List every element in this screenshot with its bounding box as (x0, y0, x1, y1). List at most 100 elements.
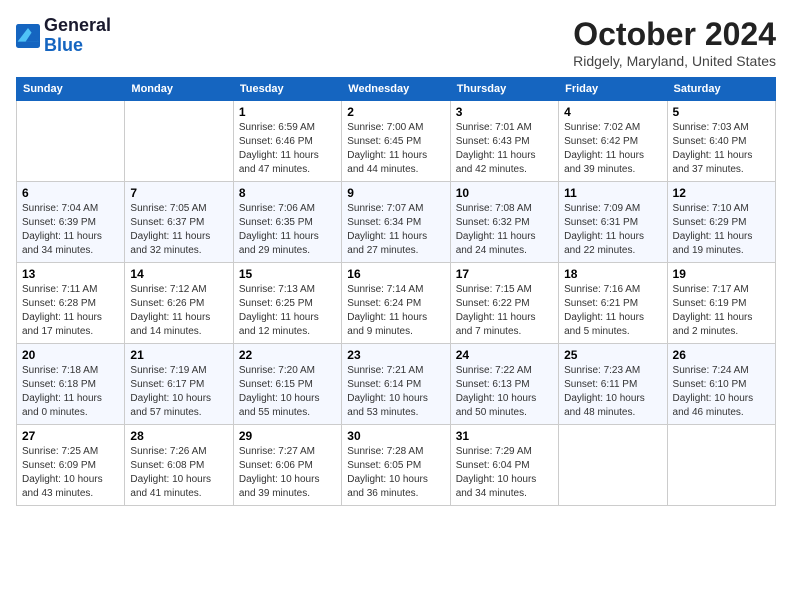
day-info: Sunrise: 7:27 AM Sunset: 6:06 PM Dayligh… (239, 445, 336, 501)
day-info: Sunrise: 7:15 AM Sunset: 6:22 PM Dayligh… (456, 283, 553, 339)
calendar-cell: 8 Sunrise: 7:06 AM Sunset: 6:35 PM Daylig… (233, 182, 341, 263)
calendar-cell (667, 425, 775, 506)
day-info: Sunrise: 7:29 AM Sunset: 6:04 PM Dayligh… (456, 445, 553, 501)
calendar-cell: 6Sunrise: 7:04 AM Sunset: 6:39 PM Daylig… (17, 182, 125, 263)
calendar-week-row: 20 Sunrise: 7:18 AM Sunset: 6:18 PM Dayli… (17, 344, 776, 425)
logo: General Blue (16, 16, 111, 56)
day-info: Sunrise: 7:08 AM Sunset: 6:32 PM Dayligh… (456, 202, 553, 258)
day-info: Sunrise: 7:23 AM Sunset: 6:11 PM Dayligh… (564, 364, 661, 420)
day-info: Sunrise: 7:20 AM Sunset: 6:15 PM Dayligh… (239, 364, 336, 420)
title-block: October 2024 Ridgely, Maryland, United S… (573, 16, 776, 69)
calendar-week-row: 6Sunrise: 7:04 AM Sunset: 6:39 PM Daylig… (17, 182, 776, 263)
calendar-cell: 10 Sunrise: 7:08 AM Sunset: 6:32 PM Dayli… (450, 182, 558, 263)
day-info: Sunrise: 7:14 AM Sunset: 6:24 PM Dayligh… (347, 283, 444, 339)
day-number: 15 (239, 267, 336, 281)
logo-text: General Blue (44, 16, 111, 56)
calendar-cell: 4 Sunrise: 7:02 AM Sunset: 6:42 PM Daylig… (559, 101, 667, 182)
day-number: 24 (456, 348, 553, 362)
calendar-cell: 17 Sunrise: 7:15 AM Sunset: 6:22 PM Dayli… (450, 263, 558, 344)
calendar-cell: 20 Sunrise: 7:18 AM Sunset: 6:18 PM Dayli… (17, 344, 125, 425)
calendar-cell: 21 Sunrise: 7:19 AM Sunset: 6:17 PM Dayli… (125, 344, 233, 425)
page-header: General Blue October 2024 Ridgely, Maryl… (16, 16, 776, 69)
month-title: October 2024 (573, 16, 776, 53)
day-info: Sunrise: 7:25 AM Sunset: 6:09 PM Dayligh… (22, 445, 119, 501)
calendar-cell: 22Sunrise: 7:20 AM Sunset: 6:15 PM Dayli… (233, 344, 341, 425)
calendar-cell: 19 Sunrise: 7:17 AM Sunset: 6:19 PM Dayli… (667, 263, 775, 344)
weekday-header: Saturday (667, 78, 775, 101)
day-info: Sunrise: 7:21 AM Sunset: 6:14 PM Dayligh… (347, 364, 444, 420)
calendar-week-row: 13 Sunrise: 7:11 AM Sunset: 6:28 PM Dayli… (17, 263, 776, 344)
day-info: Sunrise: 7:09 AM Sunset: 6:31 PM Dayligh… (564, 202, 661, 258)
day-number: 29 (239, 429, 336, 443)
calendar-table: SundayMondayTuesdayWednesdayThursdayFrid… (16, 77, 776, 506)
day-info: Sunrise: 6:59 AM Sunset: 6:46 PM Dayligh… (239, 121, 336, 177)
calendar-cell (125, 101, 233, 182)
day-info: Sunrise: 7:01 AM Sunset: 6:43 PM Dayligh… (456, 121, 553, 177)
day-number: 12 (673, 186, 770, 200)
calendar-week-row: 27 Sunrise: 7:25 AM Sunset: 6:09 PM Dayli… (17, 425, 776, 506)
calendar-cell: 30Sunrise: 7:28 AM Sunset: 6:05 PM Dayli… (342, 425, 450, 506)
weekday-header: Sunday (17, 78, 125, 101)
day-info: Sunrise: 7:19 AM Sunset: 6:17 PM Dayligh… (130, 364, 227, 420)
calendar-cell: 14Sunrise: 7:12 AM Sunset: 6:26 PM Dayli… (125, 263, 233, 344)
weekday-header: Thursday (450, 78, 558, 101)
day-number: 9 (347, 186, 444, 200)
day-number: 11 (564, 186, 661, 200)
day-number: 26 (673, 348, 770, 362)
calendar-cell: 12Sunrise: 7:10 AM Sunset: 6:29 PM Dayli… (667, 182, 775, 263)
day-info: Sunrise: 7:28 AM Sunset: 6:05 PM Dayligh… (347, 445, 444, 501)
day-info: Sunrise: 7:13 AM Sunset: 6:25 PM Dayligh… (239, 283, 336, 339)
day-number: 31 (456, 429, 553, 443)
day-info: Sunrise: 7:17 AM Sunset: 6:19 PM Dayligh… (673, 283, 770, 339)
calendar-cell: 23 Sunrise: 7:21 AM Sunset: 6:14 PM Dayli… (342, 344, 450, 425)
calendar-cell: 31 Sunrise: 7:29 AM Sunset: 6:04 PM Dayli… (450, 425, 558, 506)
calendar-cell: 16Sunrise: 7:14 AM Sunset: 6:24 PM Dayli… (342, 263, 450, 344)
calendar-cell: 3 Sunrise: 7:01 AM Sunset: 6:43 PM Daylig… (450, 101, 558, 182)
calendar-week-row: 1 Sunrise: 6:59 AM Sunset: 6:46 PM Daylig… (17, 101, 776, 182)
day-number: 19 (673, 267, 770, 281)
day-info: Sunrise: 7:04 AM Sunset: 6:39 PM Dayligh… (22, 202, 119, 258)
day-info: Sunrise: 7:05 AM Sunset: 6:37 PM Dayligh… (130, 202, 227, 258)
day-number: 20 (22, 348, 119, 362)
weekday-header-row: SundayMondayTuesdayWednesdayThursdayFrid… (17, 78, 776, 101)
day-number: 1 (239, 105, 336, 119)
day-number: 13 (22, 267, 119, 281)
calendar-cell: 13 Sunrise: 7:11 AM Sunset: 6:28 PM Dayli… (17, 263, 125, 344)
day-number: 23 (347, 348, 444, 362)
day-info: Sunrise: 7:18 AM Sunset: 6:18 PM Dayligh… (22, 364, 119, 420)
day-number: 25 (564, 348, 661, 362)
calendar-cell: 18Sunrise: 7:16 AM Sunset: 6:21 PM Dayli… (559, 263, 667, 344)
calendar-cell: 27 Sunrise: 7:25 AM Sunset: 6:09 PM Dayli… (17, 425, 125, 506)
weekday-header: Tuesday (233, 78, 341, 101)
location-subtitle: Ridgely, Maryland, United States (573, 53, 776, 69)
day-number: 27 (22, 429, 119, 443)
day-number: 4 (564, 105, 661, 119)
weekday-header: Friday (559, 78, 667, 101)
calendar-cell: 24Sunrise: 7:22 AM Sunset: 6:13 PM Dayli… (450, 344, 558, 425)
day-info: Sunrise: 7:02 AM Sunset: 6:42 PM Dayligh… (564, 121, 661, 177)
calendar-cell: 7 Sunrise: 7:05 AM Sunset: 6:37 PM Daylig… (125, 182, 233, 263)
calendar-cell: 25 Sunrise: 7:23 AM Sunset: 6:11 PM Dayli… (559, 344, 667, 425)
day-info: Sunrise: 7:24 AM Sunset: 6:10 PM Dayligh… (673, 364, 770, 420)
day-info: Sunrise: 7:11 AM Sunset: 6:28 PM Dayligh… (22, 283, 119, 339)
day-number: 7 (130, 186, 227, 200)
weekday-header: Wednesday (342, 78, 450, 101)
day-info: Sunrise: 7:07 AM Sunset: 6:34 PM Dayligh… (347, 202, 444, 258)
day-number: 17 (456, 267, 553, 281)
day-info: Sunrise: 7:03 AM Sunset: 6:40 PM Dayligh… (673, 121, 770, 177)
day-number: 8 (239, 186, 336, 200)
calendar-cell: 2 Sunrise: 7:00 AM Sunset: 6:45 PM Daylig… (342, 101, 450, 182)
day-number: 2 (347, 105, 444, 119)
calendar-cell: 11 Sunrise: 7:09 AM Sunset: 6:31 PM Dayli… (559, 182, 667, 263)
day-number: 5 (673, 105, 770, 119)
day-number: 28 (130, 429, 227, 443)
day-info: Sunrise: 7:00 AM Sunset: 6:45 PM Dayligh… (347, 121, 444, 177)
day-number: 21 (130, 348, 227, 362)
day-number: 10 (456, 186, 553, 200)
day-number: 3 (456, 105, 553, 119)
day-info: Sunrise: 7:06 AM Sunset: 6:35 PM Dayligh… (239, 202, 336, 258)
calendar-cell (559, 425, 667, 506)
calendar-cell: 28Sunrise: 7:26 AM Sunset: 6:08 PM Dayli… (125, 425, 233, 506)
calendar-cell: 5 Sunrise: 7:03 AM Sunset: 6:40 PM Daylig… (667, 101, 775, 182)
day-number: 18 (564, 267, 661, 281)
